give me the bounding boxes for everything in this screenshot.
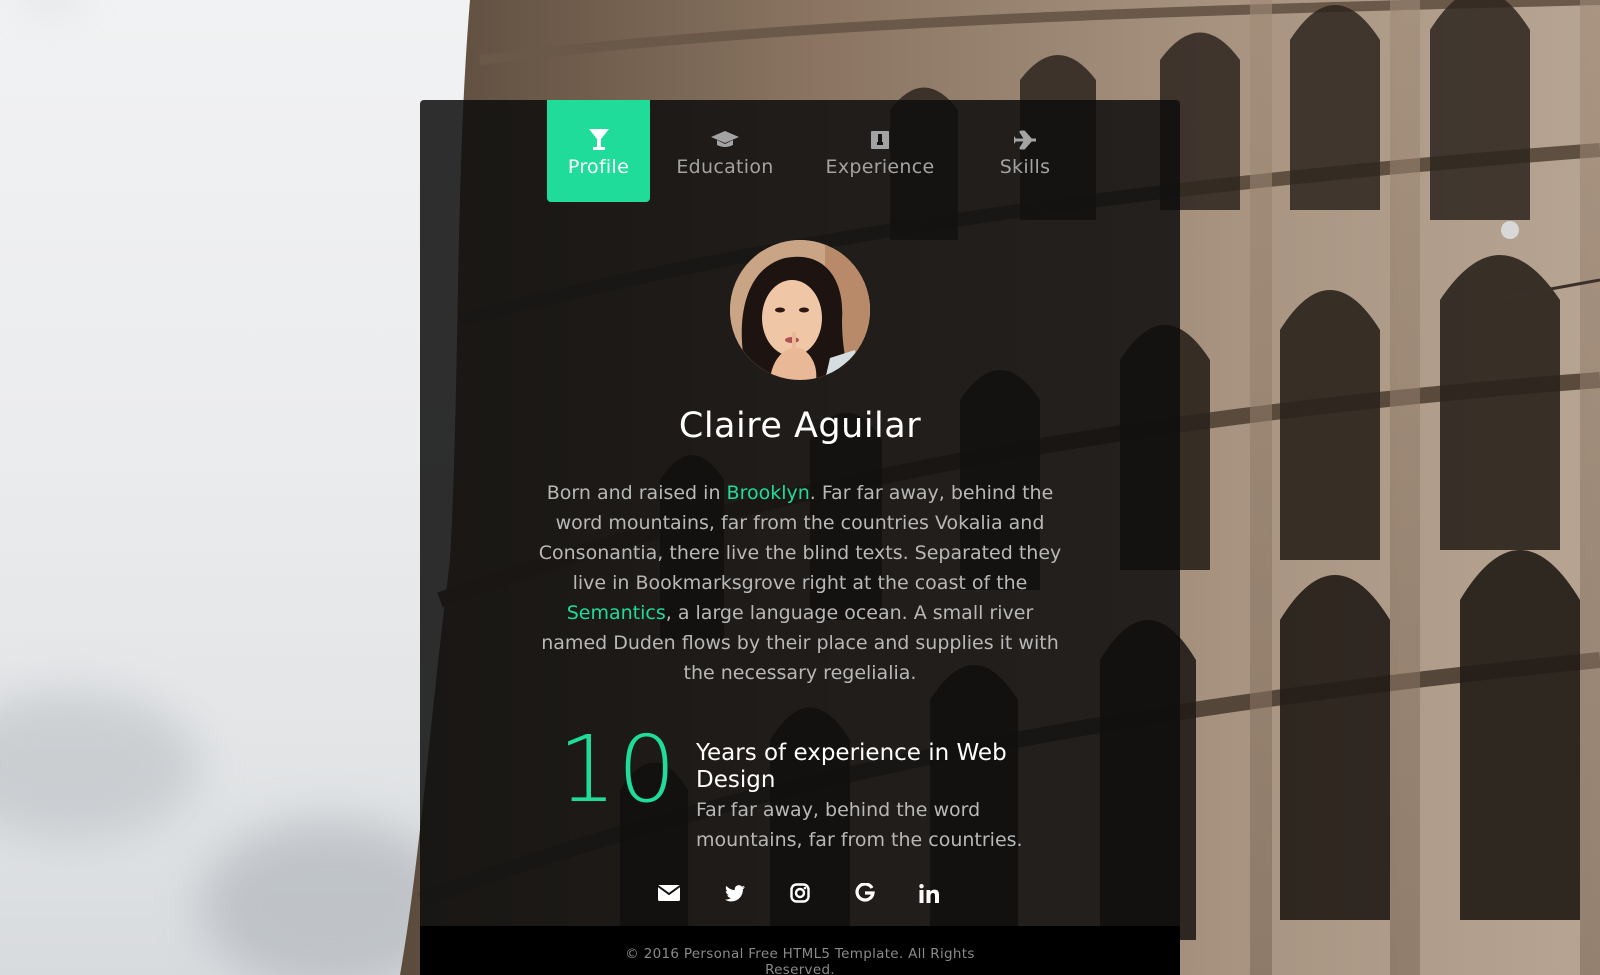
experience-years-number: 10 <box>558 716 678 823</box>
tab-label: Experience <box>825 156 935 178</box>
tab-label: Skills <box>999 156 1051 178</box>
profile-card: Profile Education Experience Skills Clai… <box>420 100 1180 975</box>
experience-block: 10 Years of experience in Web Design Far… <box>558 716 1058 852</box>
google-icon[interactable] <box>852 880 878 906</box>
envelope-icon[interactable] <box>656 880 682 906</box>
experience-description: Far far away, behind the word mountains,… <box>696 799 1023 851</box>
footer: © 2016 Personal Free HTML5 Template. All… <box>420 926 1180 975</box>
tab-experience[interactable]: Experience <box>810 100 950 202</box>
briefcase-icon <box>810 128 950 152</box>
profile-name: Claire Aguilar <box>678 406 922 446</box>
tab-label: Education <box>676 156 774 178</box>
tab-profile[interactable]: Profile <box>547 100 650 202</box>
nav-tabs: Profile Education Experience Skills <box>420 100 1180 202</box>
twitter-icon[interactable] <box>722 880 748 906</box>
brooklyn-link[interactable]: Brooklyn <box>727 482 810 504</box>
profile-bio: Born and raised in Brooklyn. Far far awa… <box>538 478 1062 688</box>
semantics-link[interactable]: Semantics <box>567 602 666 624</box>
instagram-icon[interactable] <box>787 880 813 906</box>
avatar <box>730 240 870 380</box>
tab-label: Profile <box>567 156 630 178</box>
airplane-icon <box>980 128 1070 152</box>
cocktail-glass-icon <box>547 128 650 152</box>
social-links <box>420 880 1180 906</box>
bio-text: Born and raised in <box>546 482 727 504</box>
tab-skills[interactable]: Skills <box>980 100 1070 202</box>
experience-title: Years of experience in Web Design <box>696 740 1007 793</box>
copyright-text: © 2016 Personal Free HTML5 Template. All… <box>625 946 975 975</box>
graduation-cap-icon <box>670 128 780 152</box>
tab-education[interactable]: Education <box>670 100 780 202</box>
linkedin-icon[interactable] <box>916 880 942 906</box>
